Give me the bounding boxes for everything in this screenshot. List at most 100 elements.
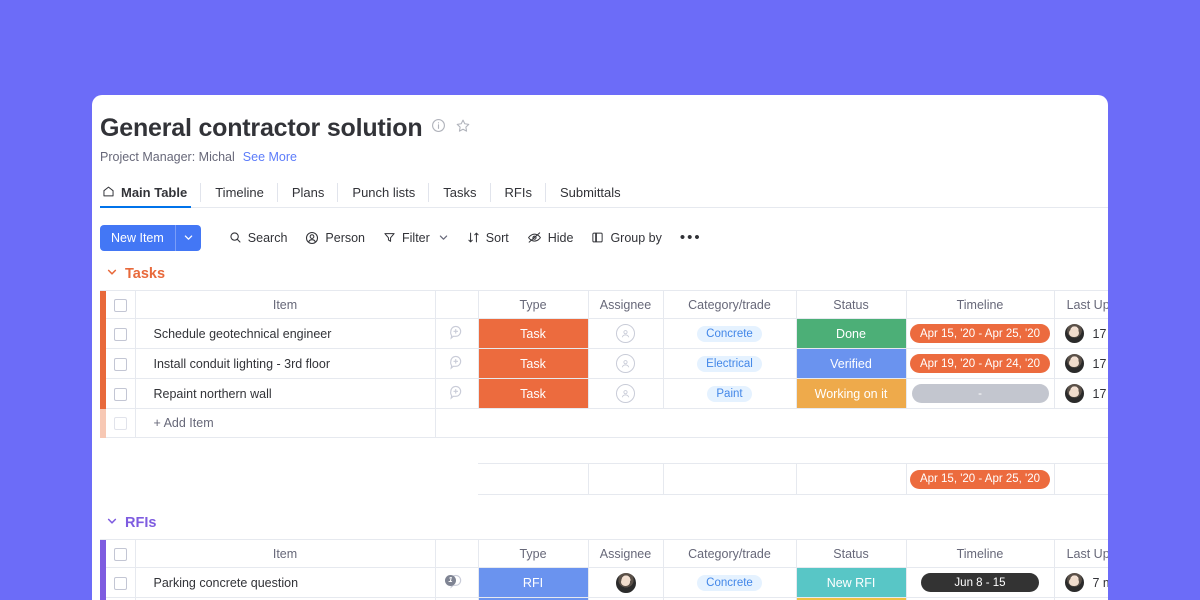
cell-assignee[interactable] [588,319,663,349]
row-checkbox-cell[interactable] [106,319,135,349]
see-more-link[interactable]: See More [243,150,297,164]
cell-assignee[interactable] [588,568,663,598]
group-header-rfis[interactable]: RFIs [100,509,1108,539]
spacer-cell [135,438,435,464]
tab-tasks[interactable]: Tasks [429,178,490,207]
cell-type[interactable]: Task [478,349,588,379]
row-checkbox[interactable] [114,417,127,430]
cell-chat[interactable] [435,349,478,379]
cell-item[interactable]: Install conduit lighting - 3rd floor [135,349,435,379]
hide-button[interactable]: Hide [518,226,583,249]
chat-count-badge: 1 [445,575,456,586]
select-all-checkbox-cell[interactable] [106,291,135,319]
filter-button[interactable]: Filter [374,227,458,249]
cell-chat[interactable] [435,379,478,409]
column-header-category[interactable]: Category/trade [663,291,796,319]
select-all-checkbox[interactable] [114,548,127,561]
row-checkbox-cell[interactable] [106,379,135,409]
cell-last-updated: 17 min [1054,319,1108,349]
row-checkbox[interactable] [114,388,127,401]
table-row[interactable]: Schedule geotechnical engineer Task Conc… [100,319,1108,349]
more-options-button[interactable]: ••• [671,226,711,249]
tab-submittals[interactable]: Submittals [546,178,635,207]
empty-avatar-icon[interactable] [616,354,635,373]
info-icon[interactable] [431,118,446,138]
chat-add-icon[interactable] [448,354,465,371]
row-checkbox[interactable] [114,328,127,341]
search-button[interactable]: Search [220,227,297,249]
chevron-down-icon[interactable] [175,225,201,251]
cell-item[interactable]: Parking concrete question [135,568,435,598]
tab-label: Tasks [443,185,476,200]
tab-timeline[interactable]: Timeline [201,178,278,207]
add-item-cell[interactable]: + Add Item [135,409,435,438]
cell-timeline[interactable]: - [906,379,1054,409]
cell-category[interactable]: Paint [663,379,796,409]
chevron-down-icon[interactable] [106,515,118,531]
cell-item[interactable]: Repaint northern wall [135,379,435,409]
cell-status[interactable]: Done [796,319,906,349]
row-checkbox[interactable] [114,577,127,590]
cell-status[interactable]: New RFI [796,568,906,598]
column-header-category[interactable]: Category/trade [663,540,796,568]
column-header-type[interactable]: Type [478,291,588,319]
cell-type[interactable]: RFI [478,568,588,598]
cell-status[interactable]: Verified [796,349,906,379]
column-header-status[interactable]: Status [796,291,906,319]
column-header-timeline[interactable]: Timeline [906,291,1054,319]
column-header-last-updated[interactable]: Last Updated [1054,540,1108,568]
cell-type[interactable]: Task [478,319,588,349]
column-header-item[interactable]: Item [135,540,435,568]
row-checkbox-cell[interactable] [106,568,135,598]
tab-main-table[interactable]: Main Table [100,178,201,207]
empty-avatar-icon[interactable] [616,384,635,403]
cell-type[interactable]: Task [478,379,588,409]
group-header-tasks[interactable]: Tasks [100,260,1108,290]
sort-button[interactable]: Sort [458,227,518,249]
cell-timeline[interactable]: Apr 15, '20 - Apr 25, '20 [906,319,1054,349]
table-row[interactable]: Parking concrete question 1 RFI Concrete… [100,568,1108,598]
group-by-button[interactable]: Group by [582,227,670,249]
select-all-checkbox-cell[interactable] [106,540,135,568]
column-header-item[interactable]: Item [135,291,435,319]
group-tasks: Tasks Item Type Assignee Category/trade … [100,260,1108,495]
person-button[interactable]: Person [296,227,374,249]
cell-category[interactable]: Concrete [663,568,796,598]
cell-chat[interactable]: 1 [435,568,478,598]
tab-punch-lists[interactable]: Punch lists [338,178,429,207]
star-icon[interactable] [455,118,471,139]
empty-avatar-icon[interactable] [616,324,635,343]
cell-status[interactable]: Working on it [796,379,906,409]
avatar[interactable] [615,572,637,594]
chat-add-icon[interactable] [448,324,465,341]
column-header-timeline[interactable]: Timeline [906,540,1054,568]
tab-plans[interactable]: Plans [278,178,339,207]
column-header-assignee[interactable]: Assignee [588,540,663,568]
column-header-last-updated[interactable]: Last Updated [1054,291,1108,319]
row-checkbox-cell[interactable] [106,349,135,379]
cell-category[interactable]: Electrical [663,349,796,379]
cell-item[interactable]: Schedule geotechnical engineer [135,319,435,349]
tab-rfis[interactable]: RFIs [491,178,546,207]
column-header-type[interactable]: Type [478,540,588,568]
cell-timeline[interactable]: Apr 19, '20 - Apr 24, '20 [906,349,1054,379]
cell-timeline[interactable]: Jun 8 - 15 [906,568,1054,598]
cell-assignee[interactable] [588,379,663,409]
column-header-assignee[interactable]: Assignee [588,291,663,319]
column-header-status[interactable]: Status [796,540,906,568]
cell-assignee[interactable] [588,349,663,379]
row-checkbox-cell[interactable] [106,409,135,438]
sort-icon [467,231,480,244]
add-item-row[interactable]: + Add Item [100,409,1108,438]
chat-add-icon[interactable] [448,384,465,401]
cell-chat[interactable] [435,319,478,349]
cell-category[interactable]: Concrete [663,319,796,349]
row-checkbox[interactable] [114,358,127,371]
chat-count-icon[interactable]: 1 [448,573,465,590]
new-item-button[interactable]: New Item [100,225,201,251]
chevron-down-icon[interactable] [438,232,449,243]
select-all-checkbox[interactable] [114,299,127,312]
chevron-down-icon[interactable] [106,266,118,282]
table-row[interactable]: Install conduit lighting - 3rd floor Tas… [100,349,1108,379]
table-row[interactable]: Repaint northern wall Task Paint Working… [100,379,1108,409]
